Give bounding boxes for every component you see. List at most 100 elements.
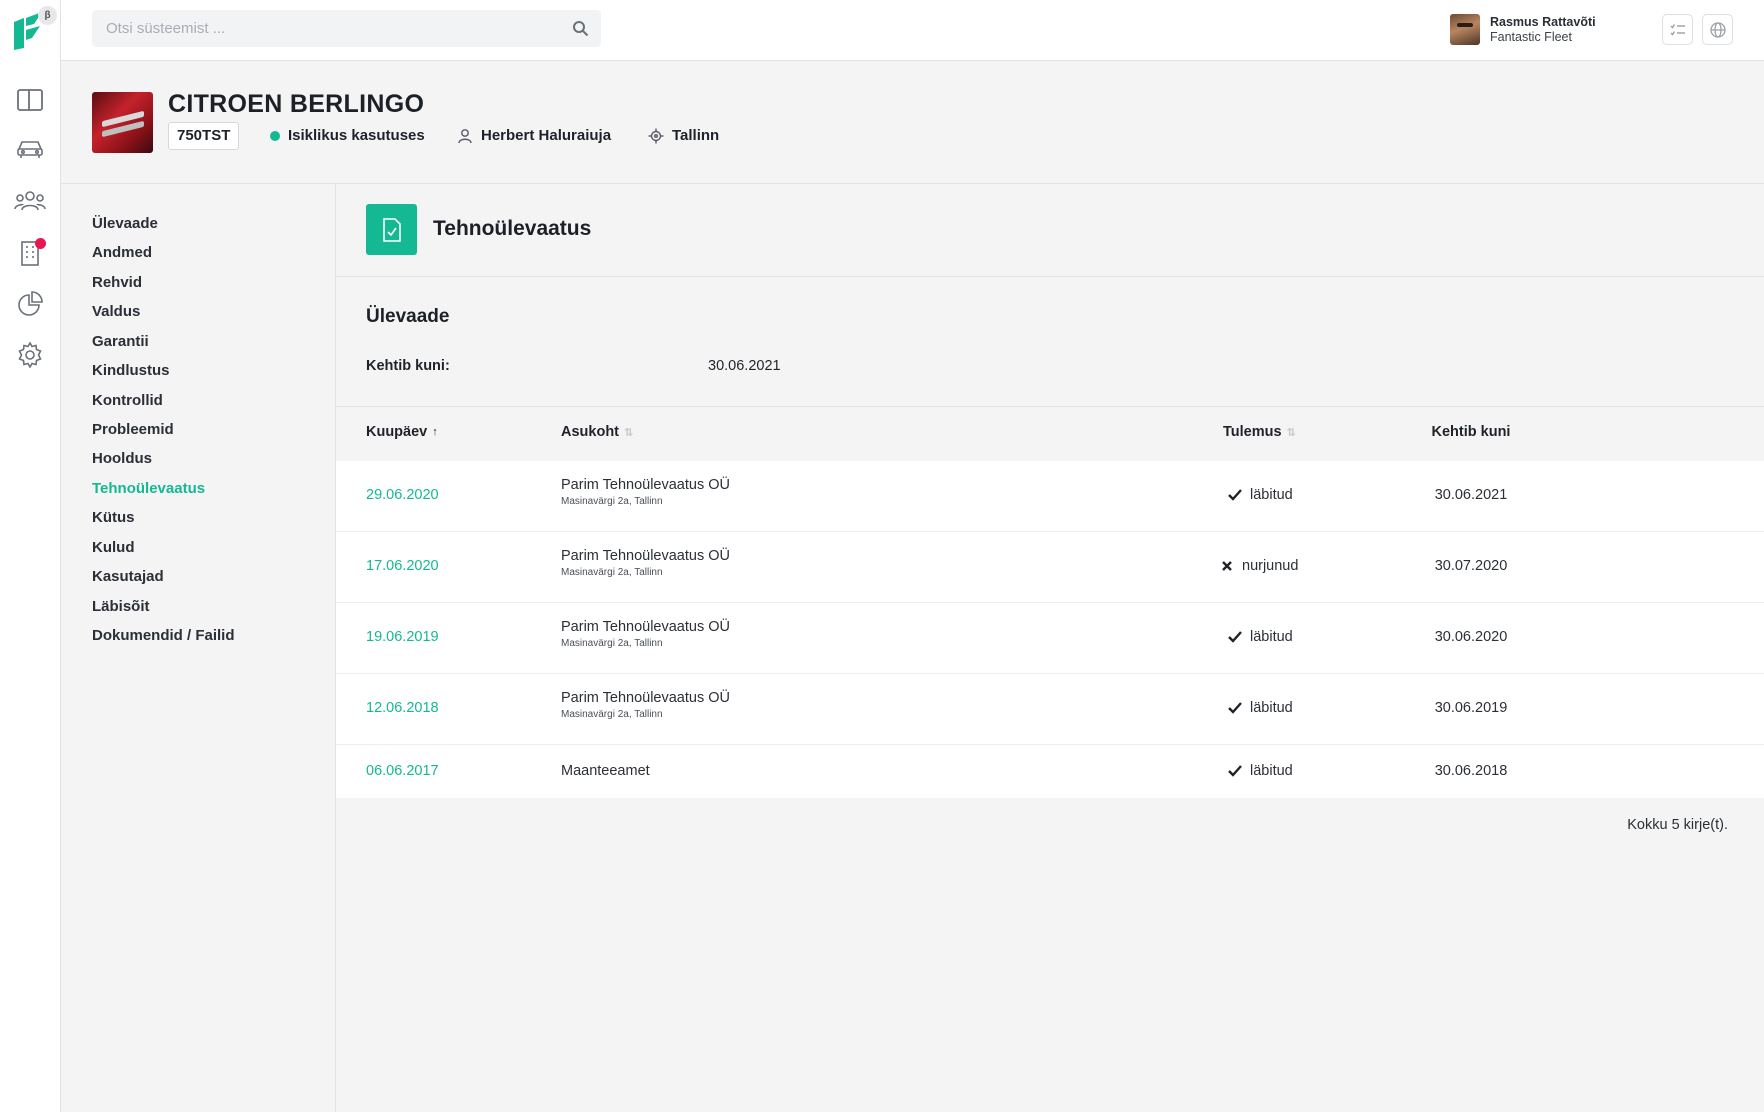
status-label: Isiklikus kasutuses: [288, 127, 425, 144]
nav-item-rehvid[interactable]: Rehvid: [92, 274, 142, 291]
column-label: Kehtib kuni: [1431, 424, 1511, 440]
panel-title: Tehnoülevaatus: [433, 217, 592, 240]
nav-item-kontrollid[interactable]: Kontrollid: [92, 392, 163, 409]
row-result: läbitud: [1227, 763, 1293, 779]
row-result: nurjunud: [1219, 558, 1298, 574]
location-address: Masinavärgi 2a, Tallinn: [561, 567, 663, 578]
globe-icon: [1709, 21, 1726, 38]
table-row[interactable]: 06.06.2017 Maanteeamet läbitud 30.06.201…: [336, 745, 1764, 798]
valid-until-label: Kehtib kuni:: [366, 358, 450, 374]
license-plate: 750TST: [168, 122, 240, 150]
notification-dot: [35, 238, 46, 249]
dashboard-icon[interactable]: [14, 84, 46, 116]
nav-item-kasutajad[interactable]: Kasutajad: [92, 568, 164, 585]
top-bar: Rasmus Rattavõti Fantastic Fleet: [61, 0, 1764, 61]
result-label: läbitud: [1250, 487, 1293, 503]
vehicle-photo: [92, 92, 153, 153]
app-logo[interactable]: β: [12, 6, 57, 50]
nav-item-valdus[interactable]: Valdus: [92, 303, 140, 320]
table-header: Kuupäev ↑ Asukoht ⇅ Tulemus ⇅ Kehtib kun…: [336, 407, 1764, 461]
result-label: läbitud: [1250, 700, 1293, 716]
location-target-icon: [648, 128, 664, 144]
location-address: Masinavärgi 2a, Tallinn: [561, 496, 663, 507]
record-count: Kokku 5 kirje(t).: [1627, 817, 1728, 833]
nav-item-dokumendid[interactable]: Dokumendid / Failid: [92, 627, 235, 644]
nav-item-labisoit[interactable]: Läbisõit: [92, 598, 150, 615]
valid-until-value: 30.06.2021: [708, 358, 781, 374]
column-header-valid-until: Kehtib kuni: [1386, 424, 1556, 440]
table-row[interactable]: 29.06.2020 Parim Tehnoülevaatus OÜ Masin…: [336, 461, 1764, 532]
table-row[interactable]: 17.06.2020 Parim Tehnoülevaatus OÜ Masin…: [336, 532, 1764, 603]
location-name: Tallinn: [672, 127, 720, 144]
row-date-link[interactable]: 06.06.2017: [366, 763, 439, 779]
location-name: Maanteeamet: [561, 763, 650, 779]
nav-item-kutus[interactable]: Kütus: [92, 509, 135, 526]
row-location: Parim Tehnoülevaatus OÜ Masinavärgi 2a, …: [561, 619, 730, 649]
vehicle-driver[interactable]: Herbert Haluraiuja: [457, 127, 611, 144]
column-header-result[interactable]: Tulemus ⇅: [1223, 424, 1296, 440]
location-address: Masinavärgi 2a, Tallinn: [561, 709, 663, 720]
check-icon: [1228, 765, 1242, 777]
table-row[interactable]: 19.06.2019 Parim Tehnoülevaatus OÜ Masin…: [336, 603, 1764, 674]
location-name: Parim Tehnoülevaatus OÜ: [561, 619, 730, 635]
settings-gear-icon[interactable]: [14, 339, 46, 371]
vehicle-title: CITROEN BERLINGO: [168, 90, 425, 118]
row-valid-until: 30.06.2018: [1434, 763, 1508, 779]
inspection-document-icon: [366, 204, 417, 255]
overview-section: Ülevaade Kehtib kuni: 30.06.2021: [336, 277, 1764, 407]
nav-item-tehnoulevaatus[interactable]: Tehnoülevaatus: [92, 480, 205, 497]
language-button[interactable]: [1702, 14, 1733, 45]
row-location: Parim Tehnoülevaatus OÜ Masinavärgi 2a, …: [561, 548, 730, 578]
search-box: [92, 10, 601, 47]
app-rail: β: [0, 0, 61, 1112]
user-organization: Fantastic Fleet: [1490, 29, 1572, 44]
check-icon: [1228, 702, 1242, 714]
sort-ascending-icon: ↑: [432, 426, 438, 438]
row-date-link[interactable]: 17.06.2020: [366, 558, 439, 574]
panel-header: Tehnoülevaatus: [336, 184, 1764, 277]
row-result: läbitud: [1227, 629, 1293, 645]
nav-item-kulud[interactable]: Kulud: [92, 539, 135, 556]
nav-item-hooldus[interactable]: Hooldus: [92, 450, 152, 467]
vehicle-header: CITROEN BERLINGO 750TST Isiklikus kasutu…: [61, 61, 1764, 184]
nav-item-kindlustus[interactable]: Kindlustus: [92, 362, 170, 379]
vehicle-location: Tallinn: [648, 127, 719, 144]
driver-name: Herbert Haluraiuja: [481, 127, 612, 144]
row-date-link[interactable]: 12.06.2018: [366, 700, 439, 716]
users-icon[interactable]: [14, 185, 46, 217]
column-header-location[interactable]: Asukoht ⇅: [561, 424, 633, 440]
car-icon[interactable]: [14, 133, 46, 165]
row-date-link[interactable]: 29.06.2020: [366, 487, 439, 503]
row-valid-until: 30.06.2021: [1434, 487, 1508, 503]
user-profile[interactable]: Rasmus Rattavõti Fantastic Fleet: [1450, 14, 1596, 45]
result-label: nurjunud: [1242, 558, 1299, 574]
search-icon[interactable]: [572, 20, 589, 37]
nav-item-probleemid[interactable]: Probleemid: [92, 421, 174, 438]
status-dot: [270, 130, 280, 141]
location-address: Masinavärgi 2a, Tallinn: [561, 638, 663, 649]
location-name: Parim Tehnoülevaatus OÜ: [561, 690, 730, 706]
table-row[interactable]: 12.06.2018 Parim Tehnoülevaatus OÜ Masin…: [336, 674, 1764, 745]
result-label: läbitud: [1250, 763, 1293, 779]
sort-icon: ⇅: [624, 426, 634, 439]
row-location: Maanteeamet: [561, 763, 650, 779]
nav-item-andmed[interactable]: Andmed: [92, 244, 152, 261]
user-icon: [457, 128, 473, 144]
column-label: Kuupäev: [366, 424, 428, 440]
row-valid-until: 30.06.2019: [1434, 700, 1508, 716]
building-icon[interactable]: [14, 237, 46, 269]
pie-chart-icon[interactable]: [14, 288, 46, 320]
row-date-link[interactable]: 19.06.2019: [366, 629, 439, 645]
search-input[interactable]: [92, 10, 601, 47]
user-name: Rasmus Rattavõti: [1490, 14, 1596, 29]
row-valid-until: 30.06.2020: [1434, 629, 1508, 645]
row-location: Parim Tehnoülevaatus OÜ Masinavärgi 2a, …: [561, 477, 730, 507]
task-list-button[interactable]: [1662, 14, 1693, 45]
inspection-table: Kuupäev ↑ Asukoht ⇅ Tulemus ⇅ Kehtib kun…: [336, 407, 1764, 798]
sort-icon: ⇅: [1286, 426, 1296, 439]
check-icon: [1228, 489, 1242, 501]
nav-item-garantii[interactable]: Garantii: [92, 333, 149, 350]
nav-item-ulevaade[interactable]: Ülevaade: [92, 215, 158, 232]
column-label: Tulemus: [1223, 424, 1282, 440]
column-header-date[interactable]: Kuupäev ↑: [366, 424, 438, 440]
